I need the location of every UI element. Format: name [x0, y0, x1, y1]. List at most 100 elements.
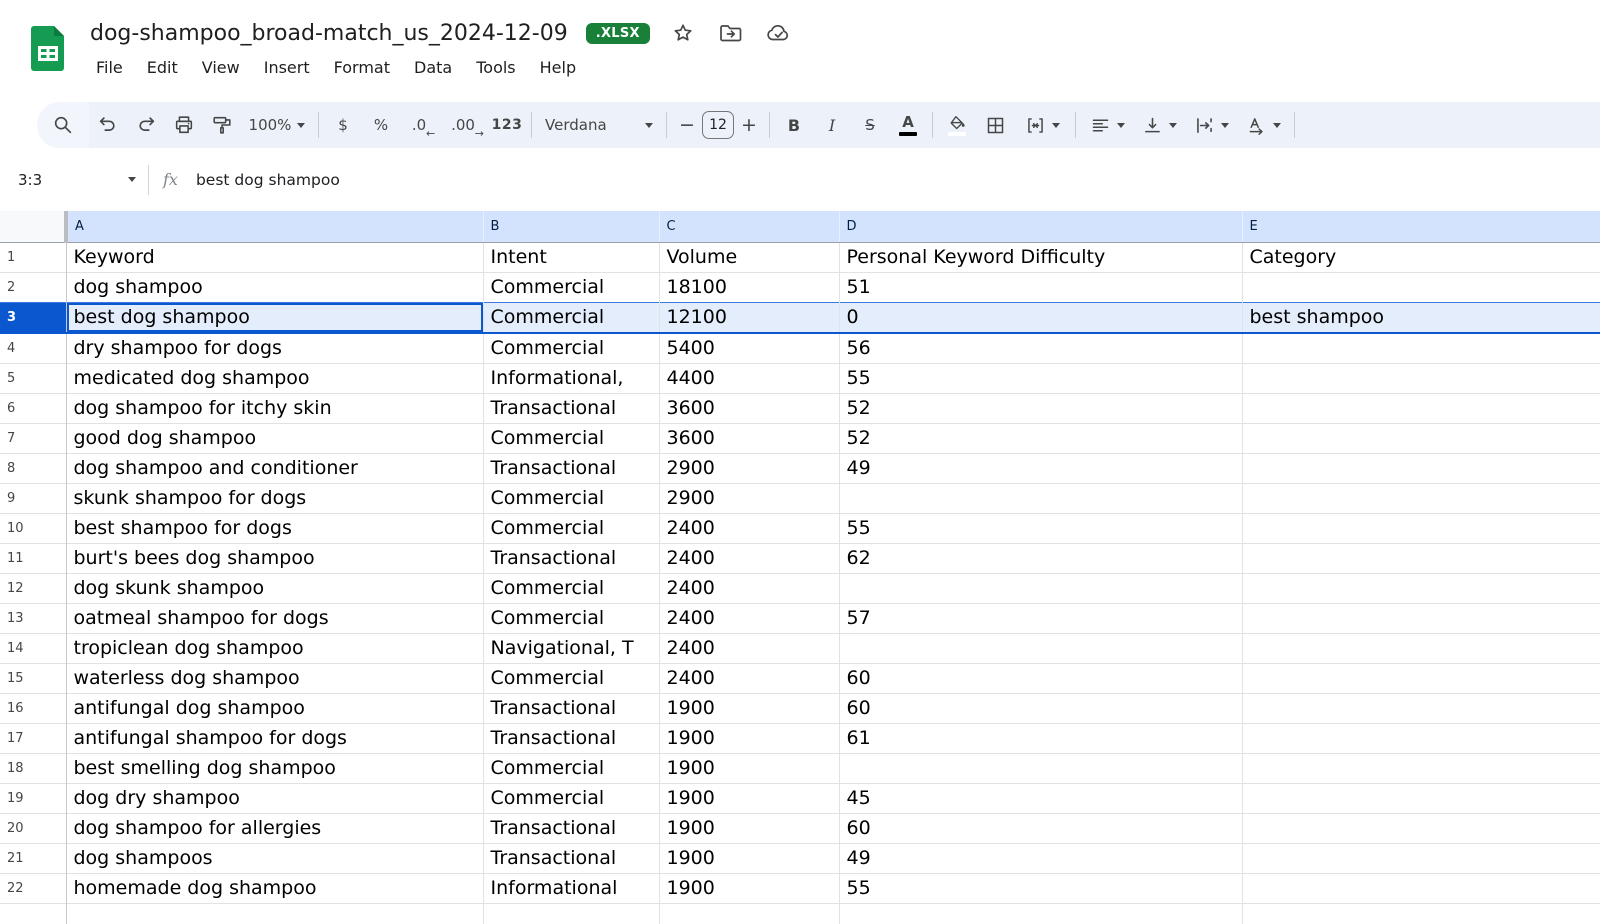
- format-currency-button[interactable]: $: [324, 107, 362, 143]
- cell-A1[interactable]: Keyword: [66, 243, 483, 273]
- row-header-9[interactable]: 9: [0, 484, 66, 514]
- text-rotation-button[interactable]: [1237, 107, 1289, 143]
- cell-B5[interactable]: Informational,: [483, 364, 659, 394]
- cell-B4[interactable]: Commercial: [483, 333, 659, 364]
- row-header-11[interactable]: 11: [0, 544, 66, 574]
- menu-edit[interactable]: Edit: [135, 55, 190, 80]
- menu-file[interactable]: File: [84, 55, 135, 80]
- row-header-20[interactable]: 20: [0, 814, 66, 844]
- row-header-6[interactable]: 6: [0, 394, 66, 424]
- italic-button[interactable]: I: [813, 107, 851, 143]
- column-header-B[interactable]: B: [483, 211, 659, 243]
- cell-C16[interactable]: 1900: [659, 694, 839, 724]
- formula-input[interactable]: best dog shampoo: [196, 171, 340, 189]
- cell-C11[interactable]: 2400: [659, 544, 839, 574]
- menu-format[interactable]: Format: [322, 55, 402, 80]
- cell-D16[interactable]: 60: [839, 694, 1242, 724]
- cell-B16[interactable]: Transactional: [483, 694, 659, 724]
- menu-data[interactable]: Data: [402, 55, 464, 80]
- cell-E10[interactable]: [1242, 514, 1600, 544]
- cell-E6[interactable]: [1242, 394, 1600, 424]
- move-folder-icon[interactable]: [716, 18, 746, 48]
- cell-D7[interactable]: 52: [839, 424, 1242, 454]
- cell-E16[interactable]: [1242, 694, 1600, 724]
- cell-B21[interactable]: Transactional: [483, 844, 659, 874]
- cell-C20[interactable]: 1900: [659, 814, 839, 844]
- row-header-13[interactable]: 13: [0, 604, 66, 634]
- cell-E11[interactable]: [1242, 544, 1600, 574]
- borders-button[interactable]: [976, 107, 1014, 143]
- cell-D1[interactable]: Personal Keyword Difficulty: [839, 243, 1242, 273]
- menu-view[interactable]: View: [190, 55, 252, 80]
- cell-D10[interactable]: 55: [839, 514, 1242, 544]
- row-header-15[interactable]: 15: [0, 664, 66, 694]
- cell-D15[interactable]: 60: [839, 664, 1242, 694]
- cell-A18[interactable]: best smelling dog shampoo: [66, 754, 483, 784]
- cell-E12[interactable]: [1242, 574, 1600, 604]
- row-header-22[interactable]: 22: [0, 874, 66, 904]
- cell-C1[interactable]: Volume: [659, 243, 839, 273]
- cell-A21[interactable]: dog shampoos: [66, 844, 483, 874]
- cell-D8[interactable]: 49: [839, 454, 1242, 484]
- fill-color-button[interactable]: [938, 107, 976, 143]
- cell-D14[interactable]: [839, 634, 1242, 664]
- increase-font-size-button[interactable]: +: [734, 107, 764, 143]
- print-button[interactable]: [165, 107, 203, 143]
- cell-C7[interactable]: 3600: [659, 424, 839, 454]
- cell-C17[interactable]: 1900: [659, 724, 839, 754]
- cell-B1[interactable]: Intent: [483, 243, 659, 273]
- cell-D6[interactable]: 52: [839, 394, 1242, 424]
- cell-B19[interactable]: Commercial: [483, 784, 659, 814]
- cell-A11[interactable]: burt's bees dog shampoo: [66, 544, 483, 574]
- font-family-select[interactable]: Verdana: [537, 107, 661, 143]
- cell-D19[interactable]: 45: [839, 784, 1242, 814]
- row-header-8[interactable]: 8: [0, 454, 66, 484]
- row-header-4[interactable]: 4: [0, 333, 66, 364]
- cell-E4[interactable]: [1242, 333, 1600, 364]
- cell-D12[interactable]: [839, 574, 1242, 604]
- cell-A2[interactable]: dog shampoo: [66, 273, 483, 303]
- cell-A16[interactable]: antifungal dog shampoo: [66, 694, 483, 724]
- cell-A4[interactable]: dry shampoo for dogs: [66, 333, 483, 364]
- menu-insert[interactable]: Insert: [252, 55, 322, 80]
- row-header-1[interactable]: 1: [0, 243, 66, 273]
- row-header-19[interactable]: 19: [0, 784, 66, 814]
- cell-D21[interactable]: 49: [839, 844, 1242, 874]
- cell-C6[interactable]: 3600: [659, 394, 839, 424]
- row-header-12[interactable]: 12: [0, 574, 66, 604]
- cell-E1[interactable]: Category: [1242, 243, 1600, 273]
- cell-B18[interactable]: Commercial: [483, 754, 659, 784]
- cell-C13[interactable]: 2400: [659, 604, 839, 634]
- cell-D17[interactable]: 61: [839, 724, 1242, 754]
- row-header-10[interactable]: 10: [0, 514, 66, 544]
- cell-B3[interactable]: Commercial: [483, 303, 659, 334]
- undo-button[interactable]: [89, 107, 127, 143]
- cell-B6[interactable]: Transactional: [483, 394, 659, 424]
- cell-A22[interactable]: homemade dog shampoo: [66, 874, 483, 904]
- cell-B10[interactable]: Commercial: [483, 514, 659, 544]
- cell-E17[interactable]: [1242, 724, 1600, 754]
- cell-B17[interactable]: Transactional: [483, 724, 659, 754]
- cell-A20[interactable]: dog shampoo for allergies: [66, 814, 483, 844]
- cell-D11[interactable]: 62: [839, 544, 1242, 574]
- cell-E22[interactable]: [1242, 874, 1600, 904]
- row-header-17[interactable]: 17: [0, 724, 66, 754]
- cell-E15[interactable]: [1242, 664, 1600, 694]
- cell-D13[interactable]: 57: [839, 604, 1242, 634]
- cell-B8[interactable]: Transactional: [483, 454, 659, 484]
- cell-C10[interactable]: 2400: [659, 514, 839, 544]
- cell-B15[interactable]: Commercial: [483, 664, 659, 694]
- column-header-C[interactable]: C: [659, 211, 839, 243]
- cell-A9[interactable]: skunk shampoo for dogs: [66, 484, 483, 514]
- cell-D2[interactable]: 51: [839, 273, 1242, 303]
- cell-A6[interactable]: dog shampoo for itchy skin: [66, 394, 483, 424]
- cell-B9[interactable]: Commercial: [483, 484, 659, 514]
- cell-C18[interactable]: 1900: [659, 754, 839, 784]
- cell-B13[interactable]: Commercial: [483, 604, 659, 634]
- cell-C15[interactable]: 2400: [659, 664, 839, 694]
- cell-C2[interactable]: 18100: [659, 273, 839, 303]
- bold-button[interactable]: B: [775, 107, 813, 143]
- strikethrough-button[interactable]: S: [851, 107, 889, 143]
- paint-format-button[interactable]: [203, 107, 241, 143]
- cell-D9[interactable]: [839, 484, 1242, 514]
